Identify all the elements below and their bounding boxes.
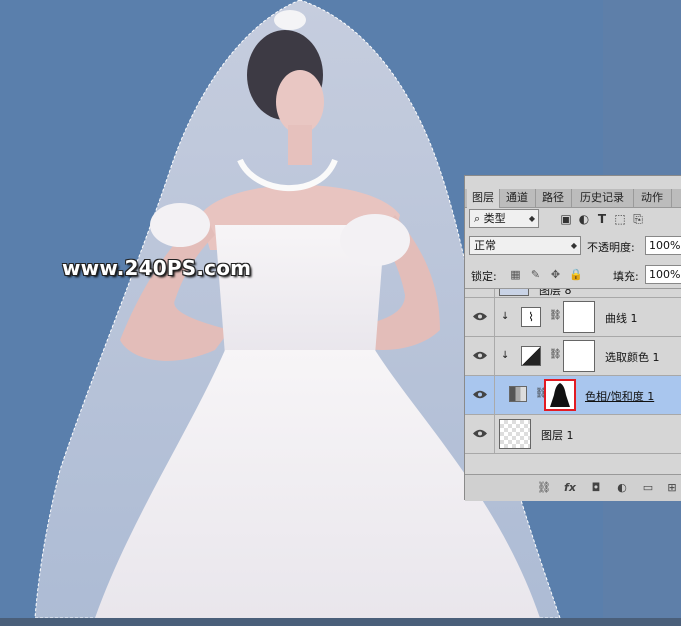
layers-list: 图层 8 ↓ ⌇ ⛓ 曲线 1 ↓ ⛓ 选取颜色 1 ⛓ 色相/饱和度 1 图层…: [465, 288, 681, 475]
chevron-updown-icon: ◆: [528, 214, 535, 223]
layers-panel: 图层 通道 路径 历史记录 动作 ⌕ 类型 ◆ ▣ ◐ T ⬚ ⎘ 正常 ◆ 不…: [464, 175, 681, 501]
fill-label: 填充:: [613, 270, 639, 283]
tab-layers[interactable]: 图层: [467, 189, 500, 208]
filter-kind-select[interactable]: ⌕ 类型 ◆: [469, 209, 539, 228]
fill-field[interactable]: 100%: [645, 265, 681, 284]
type-filter-icon[interactable]: T: [595, 212, 609, 226]
visibility-toggle[interactable]: [465, 415, 495, 453]
tab-paths[interactable]: 路径: [535, 189, 572, 207]
chevron-updown-icon: ◆: [570, 241, 577, 250]
eye-icon: [473, 429, 487, 438]
new-layer-icon[interactable]: ⊞: [665, 481, 679, 495]
fx-icon[interactable]: fx: [563, 481, 577, 495]
watermark-text: www.240PS.com: [62, 256, 252, 280]
blend-mode-select[interactable]: 正常 ◆: [469, 236, 581, 255]
panel-footer: ⛓ fx ◘ ◐ ▭ ⊞: [465, 474, 681, 501]
tab-history[interactable]: 历史记录: [571, 189, 634, 207]
layer-name: 选取颜色 1: [605, 351, 660, 364]
smart-object-filter-icon[interactable]: ⎘: [631, 212, 645, 226]
layer-row-selected[interactable]: ⛓ 色相/饱和度 1: [465, 376, 681, 415]
layer-name: 曲线 1: [605, 312, 638, 325]
layer-name: 图层 8: [539, 288, 572, 297]
tab-channels[interactable]: 通道: [499, 189, 536, 207]
blend-mode-value: 正常: [474, 239, 496, 252]
canvas-bottom-strip: [0, 618, 681, 626]
lock-pixels-icon[interactable]: ✎: [529, 268, 542, 281]
lock-all-icon[interactable]: 🔒: [569, 268, 583, 281]
visibility-toggle[interactable]: [465, 337, 495, 375]
link-layers-icon[interactable]: ⛓: [537, 481, 551, 495]
layer-row[interactable]: ↓ ⌇ ⛓ 曲线 1: [465, 298, 681, 337]
chain-icon[interactable]: ⛓: [549, 310, 562, 321]
adjustment-filter-icon[interactable]: ◐: [577, 212, 591, 226]
filter-kind-label: 类型: [483, 212, 506, 225]
opacity-label: 不透明度:: [587, 241, 635, 254]
layer-mask-thumbnail[interactable]: [563, 340, 595, 372]
visibility-toggle[interactable]: [465, 298, 495, 336]
eye-icon: [473, 390, 487, 399]
layer-thumbnail: [499, 289, 529, 296]
lock-transparent-icon[interactable]: ▦: [509, 268, 522, 281]
shape-filter-icon[interactable]: ⬚: [613, 212, 627, 226]
tab-actions[interactable]: 动作: [633, 189, 672, 207]
layer-name: 色相/饱和度 1: [585, 390, 655, 403]
layer-row[interactable]: 图层 1: [465, 415, 681, 454]
mask-silhouette: [546, 381, 574, 409]
hue-saturation-adjustment-icon: [509, 386, 527, 402]
lock-label: 锁定:: [471, 270, 497, 283]
layer-name: 图层 1: [541, 429, 574, 442]
new-adjustment-icon[interactable]: ◐: [615, 481, 629, 495]
add-mask-icon[interactable]: ◘: [589, 481, 603, 495]
eye-icon: [473, 351, 487, 360]
chain-icon[interactable]: ⛓: [549, 349, 562, 360]
new-group-icon[interactable]: ▭: [641, 481, 655, 495]
layer-mask-thumbnail[interactable]: [563, 301, 595, 333]
selective-color-adjustment-icon: [521, 346, 541, 366]
clipping-arrow-icon: ↓: [501, 311, 510, 322]
search-icon: ⌕: [474, 212, 481, 225]
visibility-toggle[interactable]: [465, 376, 495, 414]
visibility-toggle[interactable]: [465, 289, 495, 297]
layer-mask-thumbnail-highlighted[interactable]: [544, 379, 576, 411]
filter-bar: ⌕ 类型 ◆: [465, 209, 681, 231]
image-filter-icon[interactable]: ▣: [559, 212, 573, 226]
layer-row[interactable]: ↓ ⛓ 选取颜色 1: [465, 337, 681, 376]
blend-row: 正常 ◆ 不透明度: 100%: [465, 236, 681, 258]
lock-position-icon[interactable]: ✥: [549, 268, 562, 281]
clipping-arrow-icon: ↓: [501, 350, 510, 361]
layer-row[interactable]: 图层 8: [465, 288, 681, 298]
eye-icon: [473, 312, 487, 321]
layer-thumbnail[interactable]: [499, 419, 531, 449]
opacity-field[interactable]: 100%: [645, 236, 681, 255]
curves-adjustment-icon: ⌇: [521, 307, 541, 327]
panel-tabs: 图层 通道 路径 历史记录 动作: [465, 189, 681, 208]
